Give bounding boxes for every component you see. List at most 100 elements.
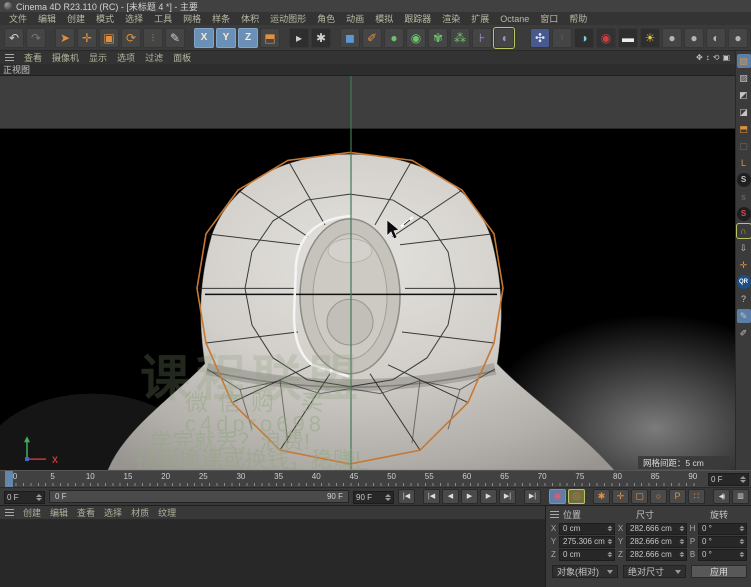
knife-tool-icon[interactable]: ✎ <box>165 28 185 48</box>
record-keyframe-button[interactable]: ◉ <box>549 489 566 504</box>
previous-key-button[interactable]: |◀ <box>423 489 440 504</box>
octane-daylight-icon[interactable]: ☀ <box>640 28 660 48</box>
menu-item[interactable]: 运动图形 <box>270 12 306 25</box>
menu-item[interactable]: 渲染 <box>442 12 460 25</box>
menu-item[interactable]: 动画 <box>346 12 364 25</box>
y-axis-lock-icon[interactable]: Y <box>216 28 236 48</box>
viewport-menu-item[interactable]: 显示 <box>89 51 107 64</box>
play-forwards-button[interactable]: ▶ <box>461 489 478 504</box>
go-to-start-button[interactable]: |◀ <box>398 489 415 504</box>
record-scale-toggle[interactable]: ▢ <box>631 489 648 504</box>
octane-logo-icon[interactable]: ✣ <box>530 28 550 48</box>
render-settings-icon[interactable]: ✱ <box>311 28 331 48</box>
menu-item[interactable]: 创建 <box>67 12 85 25</box>
keyframe-settings-toggle[interactable]: ✱ <box>593 489 610 504</box>
menu-item[interactable]: 样条 <box>212 12 230 25</box>
menu-item[interactable]: 角色 <box>317 12 335 25</box>
menu-item[interactable]: 体积 <box>241 12 259 25</box>
qr-plugin-icon[interactable]: QR <box>737 275 751 289</box>
material-menu-item[interactable]: 纹理 <box>158 506 176 519</box>
record-parameter-toggle[interactable]: P <box>669 489 686 504</box>
viewport-menu-item[interactable]: 选项 <box>117 51 135 64</box>
undo-icon[interactable]: ↶ <box>4 28 24 48</box>
viewport-menu-item[interactable]: 过滤 <box>145 51 163 64</box>
polygon-mode-icon[interactable]: ⬒ <box>737 122 751 136</box>
last-tool-psr-icon[interactable]: ⋮ <box>143 28 163 48</box>
apply-button[interactable]: 应用 <box>691 565 747 578</box>
menu-item[interactable]: 工具 <box>154 12 172 25</box>
primitive-cube-icon[interactable]: ◼ <box>340 28 360 48</box>
glossy-material-icon[interactable]: ● <box>684 28 704 48</box>
octane-livedb-icon[interactable]: ◑ <box>574 28 594 48</box>
menu-item[interactable]: 窗口 <box>540 12 558 25</box>
film-scheme-icon[interactable]: ▥ <box>732 489 749 504</box>
specular-material-icon[interactable]: ◐ <box>706 28 726 48</box>
sound-toggle[interactable]: ◀)) <box>713 489 730 504</box>
position-field[interactable]: 275.306 cm <box>559 536 615 548</box>
rotation-field[interactable]: 0 ° <box>698 549 747 561</box>
material-menu-item[interactable]: 编辑 <box>50 506 68 519</box>
move-icon[interactable]: ✛ <box>77 28 97 48</box>
edge-mode-icon[interactable]: ◪ <box>737 105 751 119</box>
subdivision-surface-icon[interactable]: ● <box>384 28 404 48</box>
bend-deformer-icon[interactable]: ◖ <box>494 28 514 48</box>
toolbar-icon[interactable] <box>48 28 53 48</box>
range-start-field[interactable]: 0 F <box>4 491 45 504</box>
coordinates-menu-icon[interactable] <box>550 511 559 518</box>
viewport-menu-item[interactable]: 摄像机 <box>52 51 79 64</box>
current-frame-marker[interactable] <box>5 471 13 487</box>
menu-item[interactable]: 编辑 <box>38 12 56 25</box>
plane-cut-tool-icon[interactable]: ✐ <box>737 326 751 340</box>
range-end-field[interactable]: 90 F <box>353 491 394 504</box>
generator-icon[interactable]: ◉ <box>406 28 426 48</box>
octane-camera-icon[interactable]: ◉ <box>596 28 616 48</box>
metallic-material-icon[interactable]: ● <box>728 28 748 48</box>
redo-icon[interactable]: ↷ <box>26 28 46 48</box>
rotation-field[interactable]: 0 ° <box>698 523 747 535</box>
coordinate-system-icon[interactable]: ⬒ <box>260 28 280 48</box>
diffuse-material-icon[interactable]: ● <box>662 28 682 48</box>
record-rotation-toggle[interactable]: ○ <box>650 489 667 504</box>
field-icon[interactable]: ✾ <box>428 28 448 48</box>
next-key-button[interactable]: ▶| <box>499 489 516 504</box>
mograph-cloner-icon[interactable]: ⁂ <box>450 28 470 48</box>
material-menu-item[interactable]: 选择 <box>104 506 122 519</box>
material-list-area[interactable] <box>0 520 545 587</box>
mode-dropdown[interactable]: 对象(相对) <box>552 565 618 578</box>
toolbar-icon[interactable] <box>516 28 521 48</box>
z-axis-lock-icon[interactable]: Z <box>238 28 258 48</box>
viewport-menu-icon[interactable] <box>5 54 14 61</box>
scene-3d-view[interactable]: 课程联盟 微信购 买 c4dpro698 学完就丢？浪费! 找我换课或换钱，稳赚… <box>0 76 735 470</box>
point-mode-icon[interactable]: ◩ <box>737 88 751 102</box>
zoom-view-icon[interactable]: ↕ <box>706 53 710 62</box>
current-frame-field[interactable]: 0 F <box>708 473 749 486</box>
rotate-icon[interactable]: ⟳ <box>121 28 141 48</box>
workplane-icon[interactable]: ⇩ <box>737 241 751 255</box>
record-position-toggle[interactable]: ✛ <box>612 489 629 504</box>
size-field[interactable]: 282.666 cm <box>626 549 687 561</box>
solo-hierarchy-icon[interactable]: s <box>737 190 751 204</box>
material-menu-item[interactable]: 查看 <box>77 506 95 519</box>
menu-item[interactable]: 帮助 <box>569 12 587 25</box>
size-field[interactable]: 282.666 cm <box>626 536 687 548</box>
timeline-ticks[interactable]: 051015202530354045505560657075808590 <box>0 471 706 487</box>
menu-item[interactable]: 模式 <box>96 12 114 25</box>
help-icon[interactable]: ? <box>737 292 751 306</box>
rotate-view-icon[interactable]: ⟲ <box>713 53 720 62</box>
texture-mode-icon[interactable]: ▨ <box>737 71 751 85</box>
record-pla-toggle[interactable]: ∷ <box>688 489 705 504</box>
axis-modify-icon[interactable]: L <box>737 156 751 170</box>
pan-view-icon[interactable]: ✥ <box>696 53 703 62</box>
size-field[interactable]: 282.666 cm <box>626 523 687 535</box>
position-field[interactable]: 0 cm <box>559 549 615 561</box>
material-menu-icon[interactable] <box>5 509 14 516</box>
scale-icon[interactable]: ▣ <box>99 28 119 48</box>
quantize-icon[interactable]: ✛ <box>737 258 751 272</box>
toolbar-icon[interactable] <box>187 28 192 48</box>
toggle-view-icon[interactable]: ▣ <box>722 53 730 62</box>
menu-item[interactable]: 跟踪器 <box>404 12 431 25</box>
menu-item[interactable]: 扩展 <box>471 12 489 25</box>
spline-pen-icon[interactable]: ✐ <box>362 28 382 48</box>
preview-range-slider[interactable]: 0 F 90 F <box>49 490 349 503</box>
viewport-menu-item[interactable]: 面板 <box>173 51 191 64</box>
